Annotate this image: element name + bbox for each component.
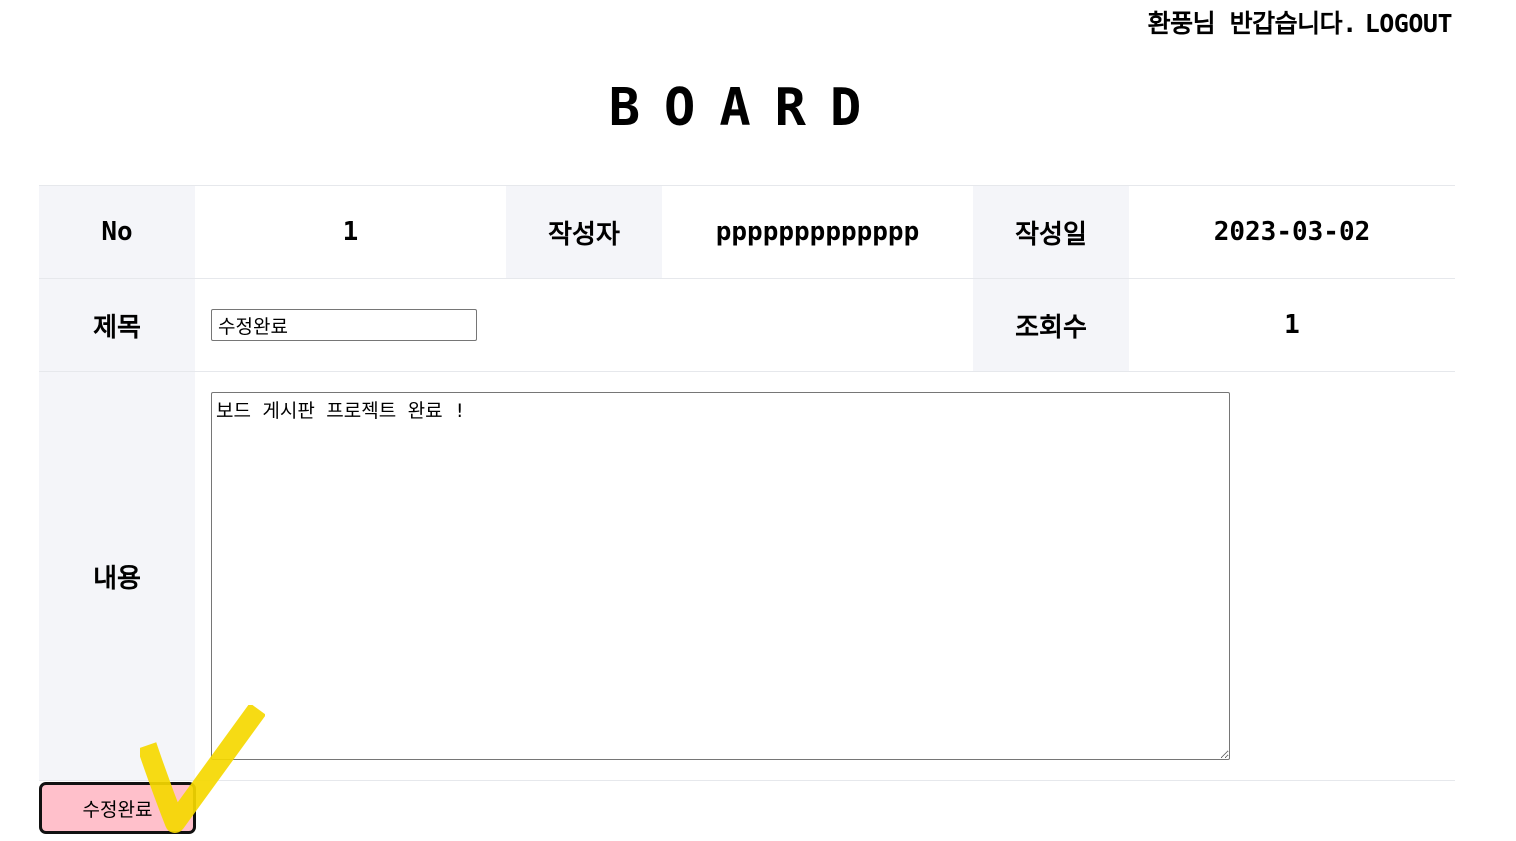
post-edit-table: No 1 작성자 ppppppppppppp 작성일 2023-03-02 제목… (39, 185, 1455, 781)
views-label: 조회수 (973, 278, 1129, 372)
page-title: BOARD (608, 78, 886, 138)
author-value: ppppppppppppp (662, 185, 973, 279)
date-label: 작성일 (973, 185, 1129, 279)
content-textarea[interactable]: 보드 게시판 프로젝트 완료 ! (211, 392, 1230, 760)
table-row: 내용 보드 게시판 프로젝트 완료 ! (39, 371, 1455, 781)
subject-cell (195, 278, 973, 372)
content-cell: 보드 게시판 프로젝트 완료 ! (195, 371, 1455, 781)
no-label: No (39, 185, 195, 279)
submit-edit-button[interactable]: 수정완료 (39, 782, 196, 834)
content-label: 내용 (39, 371, 195, 781)
subject-input[interactable] (211, 309, 477, 341)
views-value: 1 (1129, 278, 1455, 372)
subject-label: 제목 (39, 278, 195, 372)
user-bar: 환풍님 반갑습니다. LOGOUT (1147, 4, 1453, 40)
author-label: 작성자 (506, 185, 662, 279)
no-value: 1 (195, 185, 506, 279)
greeting-text: 환풍님 반갑습니다. (1147, 9, 1358, 38)
table-row: No 1 작성자 ppppppppppppp 작성일 2023-03-02 (39, 185, 1455, 279)
date-value: 2023-03-02 (1129, 185, 1455, 279)
table-row: 제목 조회수 1 (39, 278, 1455, 372)
logout-link[interactable]: LOGOUT (1365, 9, 1453, 38)
